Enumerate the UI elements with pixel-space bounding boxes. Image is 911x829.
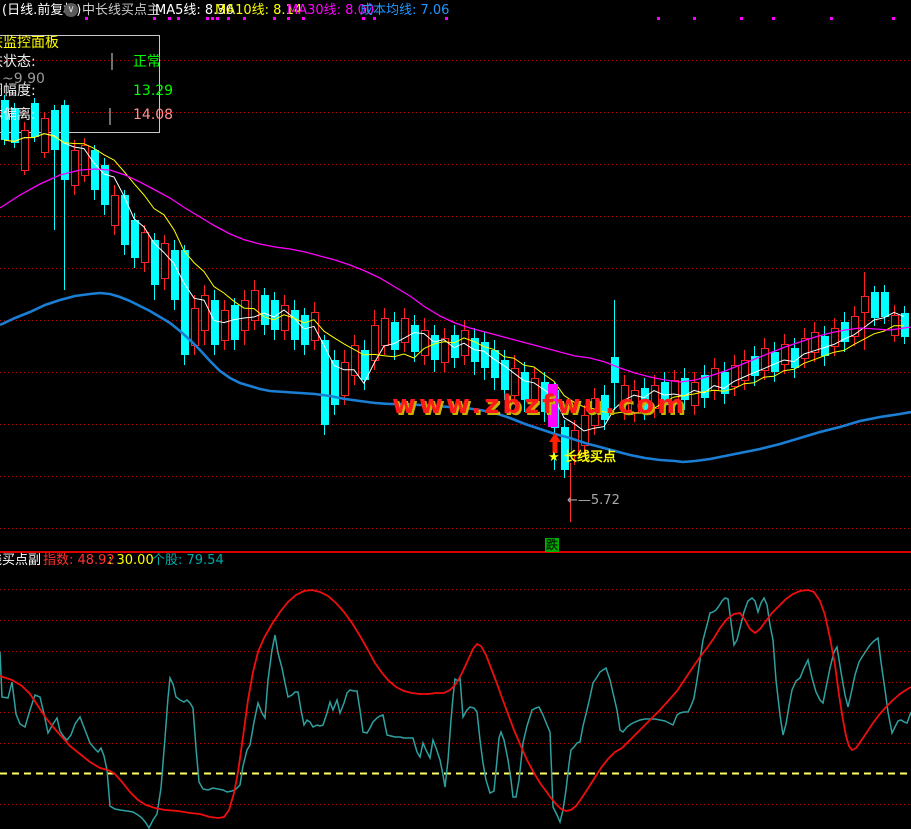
panel-range-value: 13.29 (133, 83, 173, 99)
panel-state-value: 正常 (133, 54, 161, 70)
stock-app-window: (日线.前复权) ∨ 中长线买点主 MA5线: 8.36 MA10线: 8.14… (0, 0, 911, 829)
fall-badge: 跌 (545, 538, 559, 552)
sub-mid-readout: : 30.00 (108, 553, 154, 569)
panel-bias-value: 14.08 (133, 107, 173, 123)
panel-range-label: 调幅度: (0, 83, 36, 99)
buy-star-icon: ★ (548, 450, 560, 466)
sub-gridlines (0, 590, 911, 805)
candles-layer (1, 95, 909, 478)
sub-stock-readout: 个股: 79.54 (152, 553, 224, 569)
main-gridlines (0, 61, 911, 529)
oscillator-lines (0, 590, 911, 828)
main-indicator-name[interactable]: 中长线买点主 (82, 3, 160, 19)
panel-bias-label: 本偏离: (0, 107, 36, 123)
price-callout: ←—5.72 (567, 493, 620, 509)
panel-state-label: 跌状态: (0, 54, 36, 70)
buy-signal-label: 长线买点 (564, 450, 616, 466)
sub-indicator-name[interactable]: 线买点副 (0, 553, 41, 569)
panel-title: 跌监控面板 (0, 35, 59, 51)
sub-index-readout: 指数: 48.92 (43, 553, 115, 569)
site-watermark: www.zbzfwu.com (392, 397, 687, 413)
cost-line-readout: 成本均线: 7.06 (360, 3, 449, 19)
collapse-chevron-icon[interactable]: ∨ (64, 3, 78, 17)
